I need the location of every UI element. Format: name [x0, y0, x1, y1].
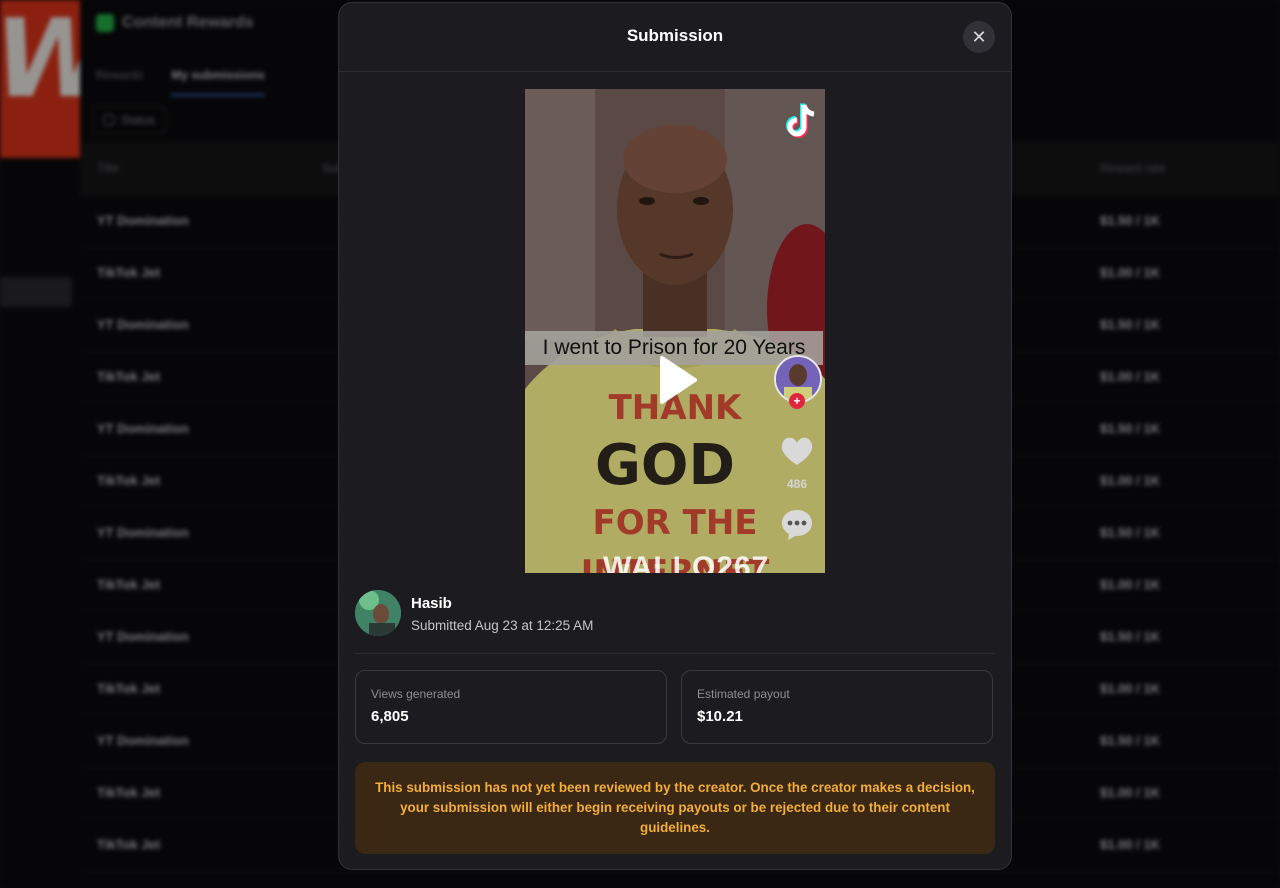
section-divider [355, 653, 995, 654]
review-status-notice: This submission has not yet been reviewe… [355, 762, 995, 854]
review-status-text: This submission has not yet been reviewe… [375, 780, 975, 835]
creator-avatar [355, 590, 401, 636]
close-button[interactable]: ✕ [963, 21, 995, 53]
views-generated-card: Views generated 6,805 [355, 670, 667, 744]
tiktok-logo-icon [786, 103, 815, 138]
video-preview[interactable]: THANK GOD FOR THE INTERNET I went to Pri… [525, 89, 825, 573]
submission-modal: Submission ✕ THANK GOD FOR THE INTERNET [338, 2, 1012, 870]
estimated-payout-label: Estimated payout [697, 687, 790, 701]
modal-title: Submission [626, 26, 724, 45]
play-icon[interactable] [658, 355, 698, 405]
modal-header: Submission ✕ [339, 3, 1011, 72]
heart-icon[interactable] [780, 435, 814, 467]
creator-info: Hasib Submitted Aug 23 at 12:25 AM [355, 588, 593, 638]
comment-icon[interactable] [780, 507, 814, 541]
submitted-time: Submitted Aug 23 at 12:25 AM [411, 618, 594, 633]
video-watermark: WALLO267 [603, 551, 770, 573]
creator-name: Hasib [411, 595, 452, 612]
views-generated-value: 6,805 [371, 708, 409, 725]
estimated-payout-card: Estimated payout $10.21 [681, 670, 993, 744]
views-generated-label: Views generated [371, 687, 461, 701]
like-count: 486 [786, 477, 808, 491]
follow-plus-icon[interactable]: + [789, 393, 805, 409]
estimated-payout-value: $10.21 [697, 708, 743, 725]
